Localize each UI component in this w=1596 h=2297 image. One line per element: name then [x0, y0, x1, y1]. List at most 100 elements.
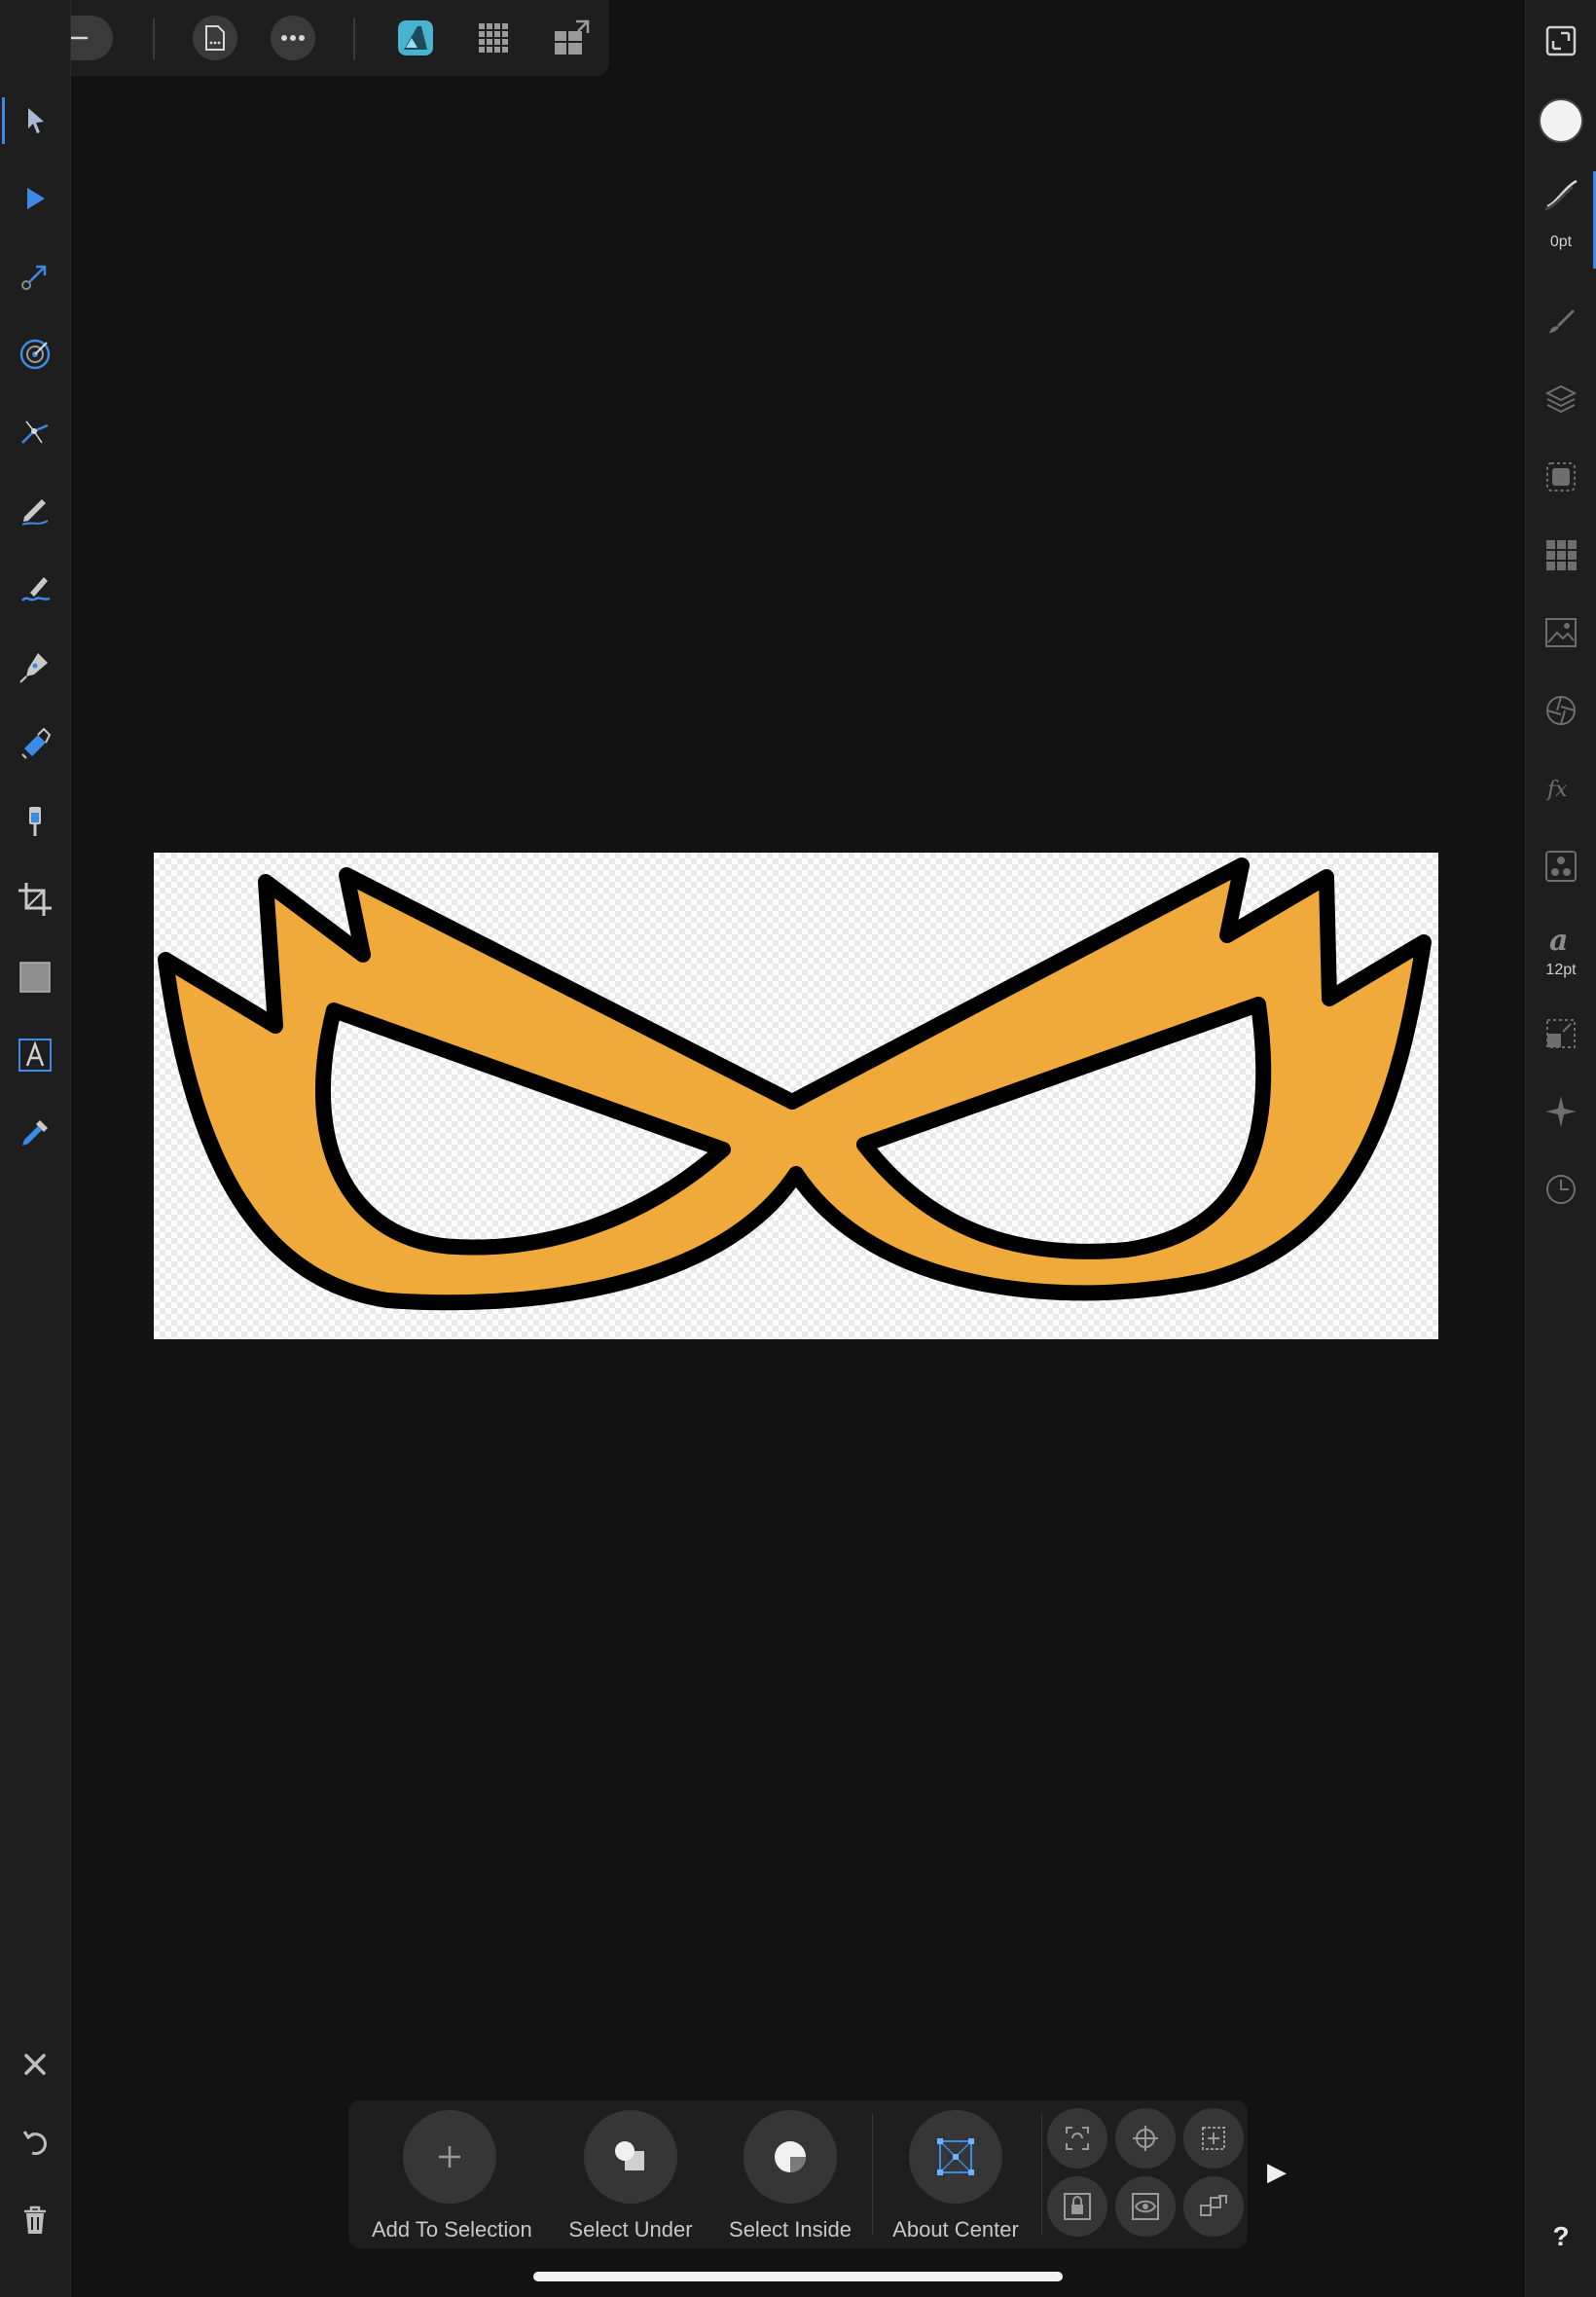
vector-brush-tool[interactable] — [12, 565, 58, 611]
help-button[interactable]: ? — [1526, 2221, 1596, 2252]
lock-children-button[interactable] — [1047, 2176, 1107, 2237]
tools-panel — [0, 0, 71, 2297]
delete-button[interactable] — [12, 2197, 58, 2243]
transform-studio[interactable] — [1538, 1010, 1584, 1057]
pixel-persona-button[interactable] — [471, 16, 516, 60]
layers-studio[interactable] — [1538, 376, 1584, 422]
contour-tool-icon — [21, 420, 49, 444]
appearance-studio[interactable] — [1538, 454, 1584, 500]
about-center-button[interactable]: About Center — [878, 2110, 1034, 2242]
node-tool-icon — [27, 188, 45, 209]
mask-shape[interactable] — [158, 857, 1432, 1311]
select-inside-button[interactable]: Select Inside — [712, 2110, 868, 2242]
snapping-icon — [1066, 2127, 1089, 2150]
node-tool[interactable] — [12, 175, 58, 222]
fill-tool[interactable] — [12, 720, 58, 767]
corner-tool-icon — [19, 339, 51, 370]
lock-children-icon — [1064, 2193, 1091, 2220]
select-under-button[interactable]: Select Under — [553, 2110, 708, 2242]
transform-separately-icon — [1200, 2195, 1227, 2216]
fullscreen-button[interactable] — [1538, 18, 1584, 64]
select-under-icon — [615, 2141, 644, 2170]
hide-selection-button[interactable] — [1115, 2176, 1176, 2237]
appearance-icon — [1546, 462, 1576, 492]
transparency-tool[interactable] — [12, 798, 58, 845]
assets-icon — [1545, 618, 1577, 647]
expand-toolbar-button[interactable]: ▶ — [1267, 2157, 1287, 2187]
fullscreen-icon — [1545, 25, 1577, 56]
document-icon — [205, 25, 225, 51]
color-picker-tool-icon — [22, 1120, 48, 1146]
document-canvas[interactable] — [154, 853, 1438, 1339]
pencil-tool[interactable] — [12, 487, 58, 533]
crop-tool-icon — [18, 883, 52, 916]
fill-color-well[interactable] — [1538, 97, 1584, 144]
stroke-width-label: 0pt — [1549, 234, 1573, 250]
delete-icon — [24, 2206, 46, 2234]
bounding-box-icon — [1202, 2127, 1225, 2150]
crop-tool[interactable] — [12, 876, 58, 923]
pixel-persona-icon — [479, 23, 508, 53]
mask-artwork[interactable] — [154, 853, 1438, 1339]
text-styles-icon: a — [1549, 924, 1568, 956]
font-size-label: 12pt — [1545, 962, 1577, 978]
vector-brush-tool-icon — [20, 577, 51, 602]
history-icon — [1546, 1175, 1576, 1204]
adjustments-studio[interactable] — [1538, 687, 1584, 734]
swatches-studio[interactable] — [1538, 531, 1584, 578]
rectangle-tool[interactable] — [12, 954, 58, 1001]
more-ellipsis-icon — [281, 35, 305, 41]
artistic-text-tool-icon — [18, 1039, 52, 1072]
corner-tool[interactable] — [12, 331, 58, 378]
navigator-studio[interactable] — [1538, 1088, 1584, 1135]
studio-panel: 0pt fx a 12pt ? — [1525, 0, 1596, 2297]
snapping-button[interactable] — [1047, 2108, 1107, 2169]
add-to-selection-button[interactable]: Add To Selection — [372, 2110, 532, 2242]
bounding-box-button[interactable] — [1183, 2108, 1244, 2169]
about-center-icon — [937, 2138, 974, 2175]
brushes-studio[interactable] — [1538, 298, 1584, 345]
undo-button[interactable] — [12, 2119, 58, 2166]
text-styles-studio[interactable]: a — [1538, 915, 1584, 962]
contour-tool[interactable] — [12, 409, 58, 456]
about-center-label: About Center — [892, 2217, 1019, 2242]
color-picker-tool[interactable] — [12, 1110, 58, 1156]
home-indicator — [533, 2272, 1063, 2281]
close-button[interactable] — [12, 2041, 58, 2088]
svg-text:fx: fx — [1545, 778, 1568, 802]
pencil-tool-icon — [21, 499, 49, 526]
assets-studio[interactable] — [1538, 609, 1584, 656]
undo-icon — [22, 2131, 47, 2156]
svg-text:a: a — [1549, 924, 1568, 956]
fill-tool-icon — [21, 727, 52, 759]
artistic-text-tool[interactable] — [12, 1032, 58, 1078]
transform-separately-button[interactable] — [1183, 2176, 1244, 2237]
layers-icon — [1544, 384, 1578, 414]
pen-tool-icon — [19, 653, 48, 683]
transform-origin-button[interactable] — [1115, 2108, 1176, 2169]
add-to-selection-label: Add To Selection — [372, 2217, 532, 2242]
more-button[interactable] — [271, 16, 315, 60]
app-screen: 0pt fx a 12pt ? Add To Selection Select … — [0, 0, 1596, 2297]
document-button[interactable] — [193, 16, 237, 60]
stroke-well[interactable] — [1538, 171, 1584, 218]
brushes-icon — [1549, 310, 1575, 333]
move-tool-icon — [28, 108, 44, 133]
navigator-icon — [1545, 1096, 1577, 1127]
effects-studio[interactable]: fx — [1538, 765, 1584, 812]
styles-icon — [1545, 851, 1577, 882]
styles-studio[interactable] — [1538, 843, 1584, 890]
export-persona-icon — [555, 19, 590, 55]
select-inside-icon — [775, 2141, 806, 2172]
pen-tool[interactable] — [12, 642, 58, 689]
select-inside-label: Select Inside — [729, 2217, 852, 2242]
export-persona-button[interactable] — [549, 16, 594, 60]
fill-color-icon — [1539, 98, 1583, 143]
move-tool[interactable] — [12, 97, 58, 144]
eye-icon — [1132, 2193, 1159, 2220]
point-transform-tool[interactable] — [12, 253, 58, 300]
history-studio[interactable] — [1538, 1166, 1584, 1213]
point-transform-tool-icon — [21, 265, 47, 290]
designer-persona-button[interactable] — [393, 16, 438, 60]
crosshair-icon — [1133, 2126, 1158, 2151]
